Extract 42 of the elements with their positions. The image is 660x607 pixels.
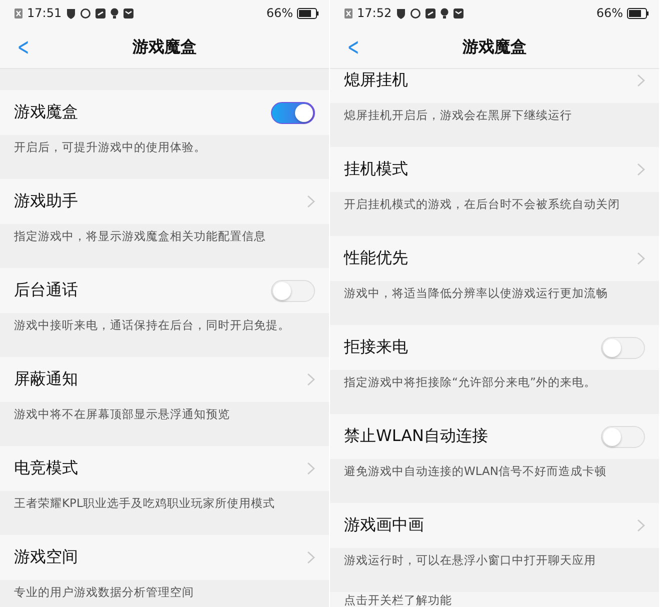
- hint-text: 点击开关栏了解功能: [344, 593, 452, 607]
- sim-card-icon: [14, 8, 23, 18]
- battery-icon: [297, 8, 319, 18]
- setting-description: 开启挂机模式的游戏，在后台时不会被系统自动关闭: [344, 197, 620, 212]
- status-time: 17:52: [357, 6, 392, 20]
- circle-icon: [80, 8, 91, 18]
- screen-title: 游戏魔盒: [462, 36, 526, 56]
- battery-level: 66%: [266, 6, 293, 20]
- setting-description: 游戏运行时，可以在悬浮小窗口中打开聊天应用: [344, 553, 596, 568]
- setting-description: 游戏中，将适当降低分辨率以使游戏运行更加流畅: [344, 286, 608, 301]
- setting-description: 专业的用户游戏数据分析管理空间: [14, 585, 194, 600]
- chevron-right-icon: [307, 462, 315, 475]
- status-time: 17:51: [27, 6, 62, 20]
- chevron-right-icon: [307, 551, 315, 564]
- bulb-icon: [110, 8, 119, 18]
- battery-level: 66%: [596, 6, 623, 20]
- setting-description: 熄屏挂机开启后，游戏会在黑屏下继续运行: [344, 108, 572, 123]
- chevron-right-icon: [637, 519, 645, 532]
- chevron-right-icon: [307, 373, 315, 386]
- chevron-right-icon: [637, 163, 645, 176]
- circle-icon: [410, 8, 421, 18]
- square-icon: [424, 8, 436, 18]
- square-icon: [94, 8, 106, 18]
- setting-description: 指定游戏中，将显示游戏魔盒相关功能配置信息: [14, 229, 266, 244]
- setting-description: 指定游戏中将拒接除“允许部分来电”外的来电。: [344, 375, 596, 390]
- message-icon: [122, 8, 134, 18]
- setting-description: 开启后，可提升游戏中的使用体验。: [14, 140, 206, 155]
- screen-title: 游戏魔盒: [132, 36, 196, 56]
- setting-description: 王者荣耀KPL职业选手及吃鸡职业玩家所使用模式: [14, 496, 275, 511]
- setting-description: 游戏中接听来电，通话保持在后台，同时开启免提。: [14, 318, 290, 333]
- sim-card-icon: [344, 8, 353, 18]
- setting-description: 避免游戏中自动连接的WLAN信号不好而造成卡顿: [344, 464, 607, 479]
- chevron-right-icon: [637, 252, 645, 265]
- chevron-right-icon: [307, 195, 315, 208]
- setting-description: 游戏中将不在屏幕顶部显示悬浮通知预览: [14, 407, 230, 422]
- message-icon: [452, 8, 464, 18]
- toggle-switch[interactable]: [271, 102, 315, 124]
- battery-icon: [627, 8, 649, 18]
- chevron-right-icon: [637, 74, 645, 87]
- shield-icon: [396, 8, 406, 18]
- shield-icon: [66, 8, 76, 18]
- bulb-icon: [440, 8, 449, 18]
